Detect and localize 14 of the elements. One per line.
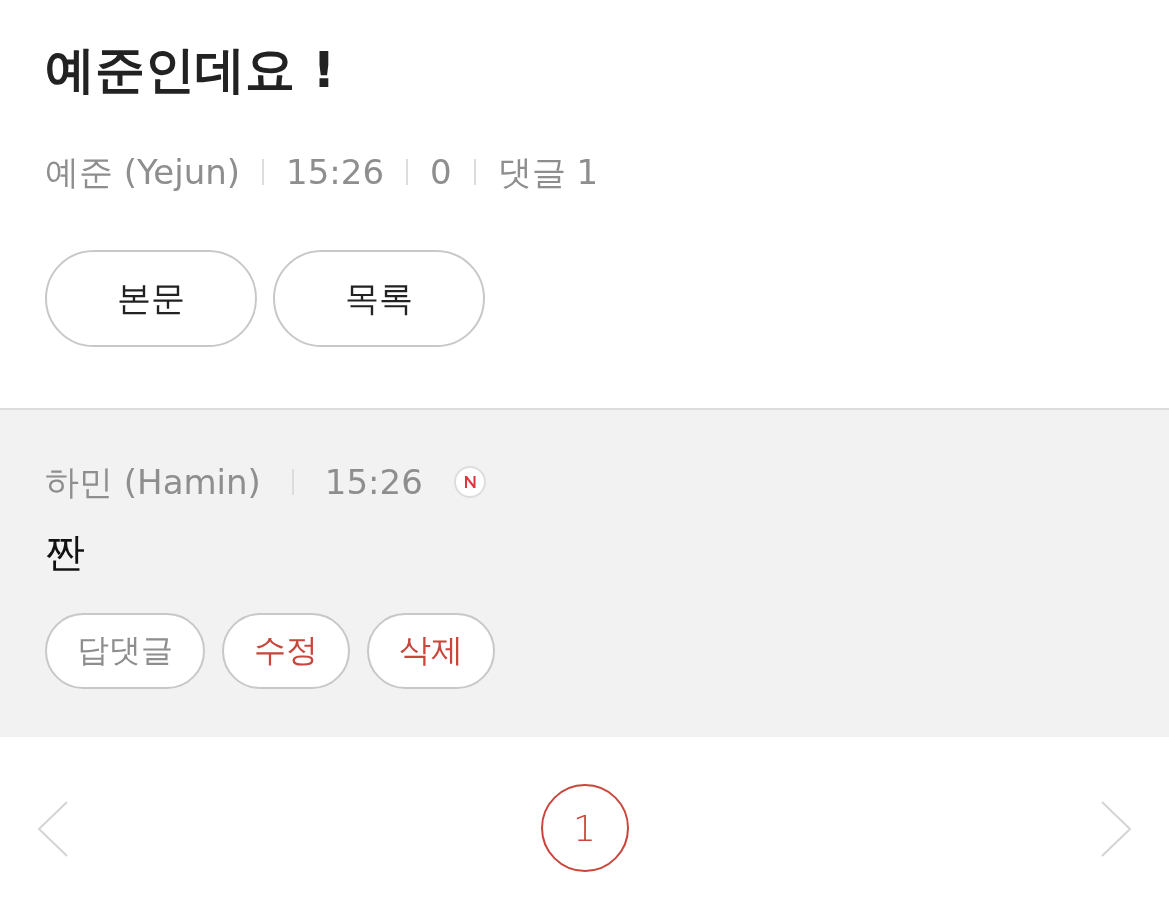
post-meta-text: 0 — [430, 152, 452, 192]
delete-button[interactable]: 삭제 — [367, 613, 495, 689]
reply-button[interactable]: 답댓글 — [45, 613, 205, 689]
comment-time: 15:26 — [324, 462, 423, 502]
edit-button[interactable]: 수정 — [222, 613, 350, 689]
comment-author: 하민 (Hamin) — [45, 462, 261, 502]
post-meta-text: 댓글 1 — [497, 152, 599, 192]
post-meta-text: 예준 (Yejun) — [45, 152, 241, 192]
comment-text: 짠 — [45, 528, 86, 576]
post-title: 예준인데요 ! — [45, 40, 336, 100]
page-button[interactable]: 1 — [540, 784, 629, 872]
post-meta-text: 15:26 — [286, 152, 385, 192]
nav-button[interactable]: 본문 — [45, 250, 257, 347]
nav-button[interactable]: 목록 — [273, 250, 485, 347]
